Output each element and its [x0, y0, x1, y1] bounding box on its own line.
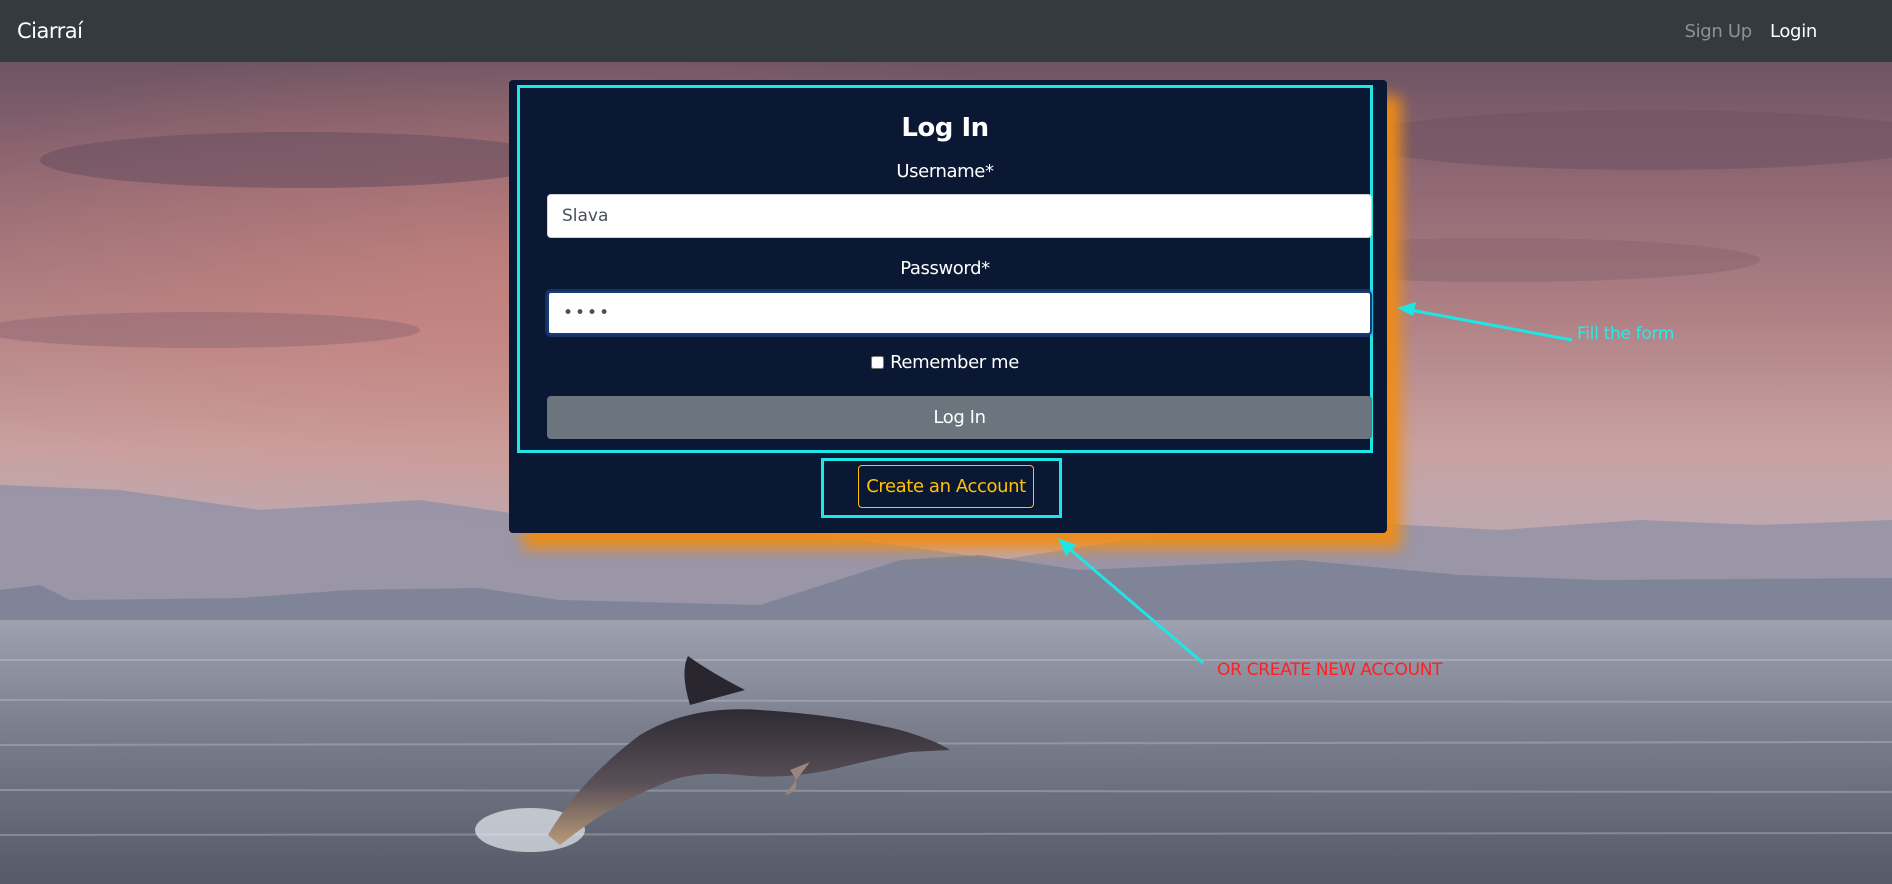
password-label: Password*: [900, 258, 990, 279]
login-card: Log In Username* Password* Remember me L…: [509, 80, 1387, 533]
password-input[interactable]: [547, 291, 1372, 335]
remember-me-label[interactable]: Remember me: [890, 352, 1019, 373]
annotation-create-account: OR CREATE NEW ACCOUNT: [1217, 660, 1443, 680]
remember-me-checkbox[interactable]: [871, 356, 885, 369]
remember-me-row: Remember me: [520, 352, 1370, 373]
annotation-fill-form: Fill the form: [1577, 324, 1675, 344]
username-input[interactable]: [547, 194, 1372, 238]
login-form-highlight: Log In Username* Password* Remember me L…: [517, 85, 1373, 453]
create-account-button[interactable]: Create an Account: [858, 465, 1034, 508]
nav-signup-link[interactable]: Sign Up: [1684, 21, 1752, 42]
top-navbar: Ciarraí Sign Up Login: [0, 0, 1892, 62]
login-page: Ciarraí Sign Up Login Log In Username* P…: [0, 0, 1892, 884]
nav-links: Sign Up Login: [1684, 0, 1817, 62]
page-title: Log In: [901, 113, 989, 143]
nav-login-link[interactable]: Login: [1770, 21, 1817, 42]
brand-logo[interactable]: Ciarraí: [17, 19, 83, 43]
username-label: Username*: [896, 161, 994, 182]
login-button[interactable]: Log In: [547, 396, 1372, 439]
